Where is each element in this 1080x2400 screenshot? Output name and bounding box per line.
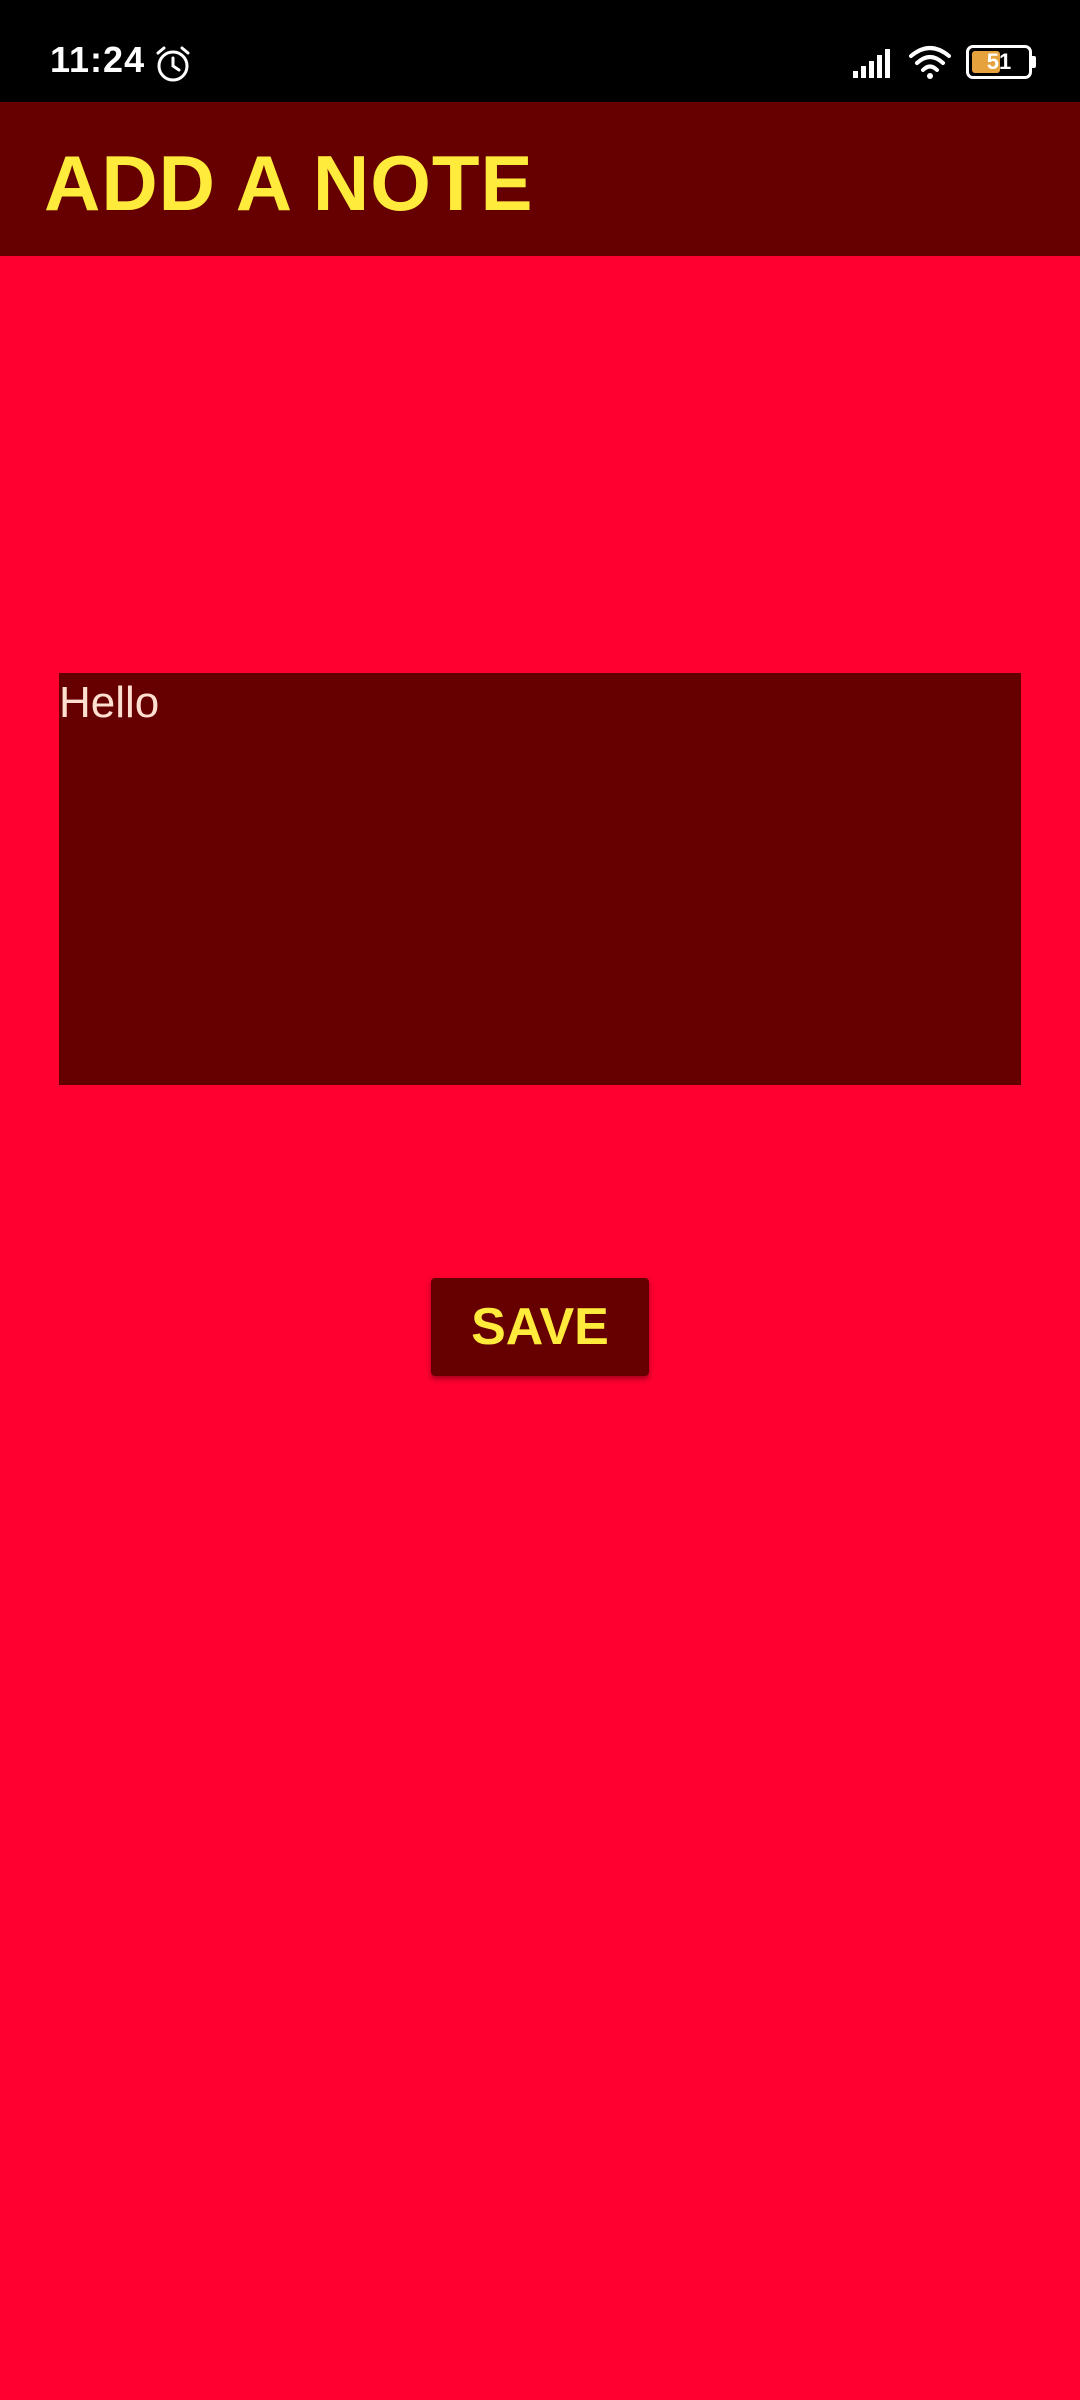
save-button[interactable]: SAVE bbox=[431, 1278, 649, 1376]
status-bar: 11:24 51 bbox=[0, 0, 1080, 102]
note-input[interactable]: Hello bbox=[59, 673, 1021, 1085]
battery-level: 51 bbox=[986, 49, 1012, 74]
alarm-icon bbox=[156, 46, 190, 82]
status-time: 11:24 bbox=[50, 39, 146, 80]
app-bar: ADD A NOTE bbox=[0, 102, 1080, 256]
battery-icon: 51 bbox=[966, 45, 1036, 79]
signal-icon bbox=[853, 49, 890, 78]
battery-tip bbox=[1032, 56, 1036, 68]
wifi-icon bbox=[909, 46, 951, 79]
page-title: ADD A NOTE bbox=[44, 139, 534, 227]
